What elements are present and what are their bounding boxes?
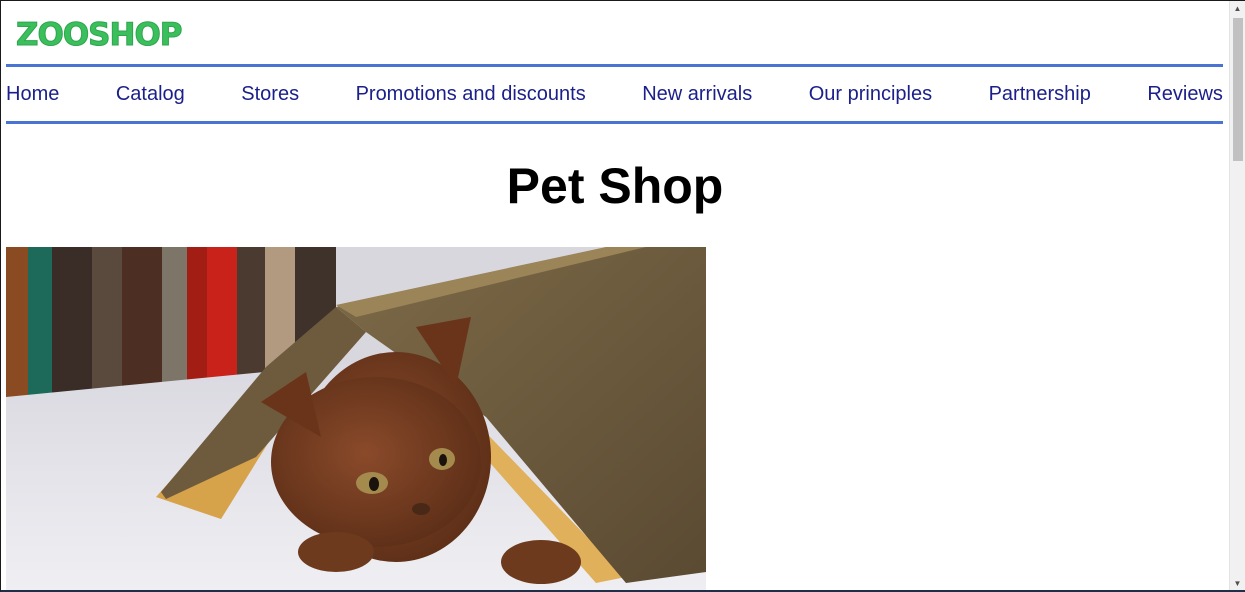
nav-link-promotions[interactable]: Promotions and discounts [356, 82, 586, 106]
nav-link-home[interactable]: Home [6, 82, 59, 106]
page-content: ZOOSHOP Home Catalog Stores Promotions a… [6, 1, 1224, 590]
scroll-thumb[interactable] [1233, 18, 1243, 161]
hero-image [6, 247, 706, 590]
vertical-scrollbar[interactable]: ▲ ▼ [1229, 1, 1245, 590]
kitten-under-book-image [6, 247, 706, 590]
zooshop-logo[interactable]: ZOOSHOP [16, 17, 184, 54]
scroll-down-arrow-icon[interactable]: ▼ [1230, 576, 1245, 590]
nav-link-new-arrivals[interactable]: New arrivals [642, 82, 752, 106]
nav-link-our-principles[interactable]: Our principles [809, 82, 932, 106]
browser-viewport: ZOOSHOP Home Catalog Stores Promotions a… [0, 0, 1245, 592]
page-title: Pet Shop [506, 158, 724, 214]
scroll-up-arrow-icon[interactable]: ▲ [1230, 1, 1245, 16]
nav-link-reviews[interactable]: Reviews [1147, 82, 1223, 106]
nav-link-partnership[interactable]: Partnership [989, 82, 1091, 106]
nav-link-catalog[interactable]: Catalog [116, 82, 185, 106]
nav-link-stores[interactable]: Stores [241, 82, 299, 106]
main-navigation: Home Catalog Stores Promotions and disco… [6, 64, 1223, 124]
